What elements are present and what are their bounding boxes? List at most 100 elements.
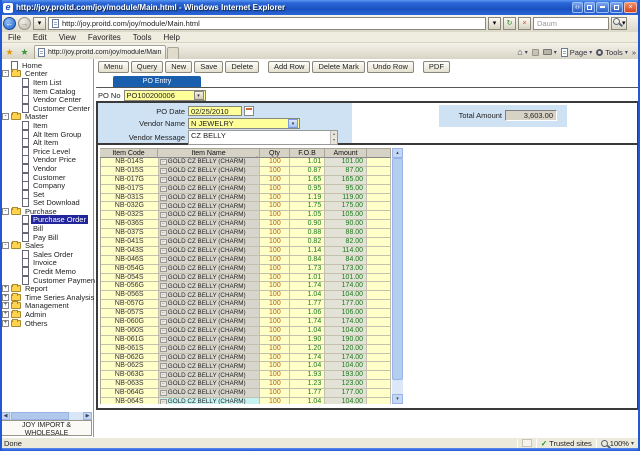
cell-fob[interactable]: 1.77 <box>290 300 326 310</box>
add-favorite-button[interactable]: ★ <box>17 45 32 59</box>
cell-fob[interactable]: 0.88 <box>290 229 326 239</box>
new-tab-stub[interactable] <box>167 47 179 59</box>
cell-item-name[interactable]: .. GOLD CZ BELLY (CHARM) <box>158 158 261 167</box>
cell-qty[interactable]: 100 <box>260 193 291 203</box>
sidebar-item-admin[interactable]: + Admin <box>0 310 93 319</box>
cell-item-code[interactable]: NB-062S <box>101 362 159 372</box>
sidebar-item-purchase[interactable]: - Purchase <box>0 206 93 216</box>
sidebar-hscrollbar[interactable]: ◀ ▶ <box>1 412 92 420</box>
sidebar-item-customer-payment[interactable]: Customer Payment <box>0 275 97 285</box>
cell-qty[interactable]: 100 <box>260 300 291 310</box>
cell-item-name[interactable]: .. GOLD CZ BELLY (CHARM) <box>158 202 261 212</box>
cell-fob[interactable]: 1.04 <box>290 398 326 404</box>
print-button[interactable]: ▾ <box>542 49 557 56</box>
cell-fob[interactable]: 1.75 <box>290 202 326 212</box>
cell-item-code[interactable]: NB-064S <box>101 398 159 404</box>
table-row[interactable]: NB-054G.. GOLD CZ BELLY (CHARM) 100 1.73 173… <box>101 264 391 274</box>
cell-qty[interactable]: 100 <box>260 389 291 399</box>
sidebar-item-credit-memo[interactable]: Credit Memo <box>0 267 93 277</box>
sidebar-item-report[interactable]: + Report <box>0 284 93 293</box>
delete-mark-button[interactable]: Delete Mark <box>312 61 365 73</box>
cell-item-code[interactable]: NB-060S <box>101 326 159 336</box>
expand-icon[interactable]: + <box>2 293 9 301</box>
cell-qty[interactable]: 100 <box>260 175 291 185</box>
cell-fob[interactable]: 1.04 <box>290 291 326 301</box>
sidebar-item-management[interactable]: + Management <box>0 301 93 310</box>
expand-icon[interactable]: + <box>2 319 9 327</box>
column-header-extra[interactable] <box>367 148 391 158</box>
column-header-item-name[interactable]: Item Name ▴ <box>158 148 260 158</box>
sidebar-item-home[interactable]: Home <box>0 60 93 70</box>
row-browse-button[interactable]: .. <box>159 158 167 165</box>
cell-item-code[interactable]: NB-032S <box>101 211 159 221</box>
grid-vscrollbar[interactable]: ▴ ▾ <box>392 148 403 404</box>
sidebar-item-set-download[interactable]: Set Download <box>0 198 93 208</box>
cell-item-name[interactable]: .. GOLD CZ BELLY (CHARM) <box>158 184 261 194</box>
sidebar-item-center[interactable]: - Center <box>0 69 93 78</box>
row-browse-button[interactable]: .. <box>159 274 167 281</box>
cell-fob[interactable]: 1.14 <box>290 246 326 256</box>
cell-qty[interactable]: 100 <box>260 318 291 327</box>
cell-fob[interactable]: 1.01 <box>290 273 326 283</box>
collapse-icon[interactable]: - <box>2 113 9 121</box>
cell-fob[interactable]: 1.74 <box>290 318 326 327</box>
textarea-spinner-icon[interactable]: ▴ ▾ <box>330 131 337 144</box>
add-row-button[interactable]: Add Row <box>268 61 311 73</box>
table-row[interactable]: NB-060S.. GOLD CZ BELLY (CHARM) 100 1.04 104… <box>101 326 391 336</box>
sidebar-item-alt-item-group[interactable]: Alt Item Group <box>0 129 93 139</box>
row-browse-button[interactable]: .. <box>159 203 167 210</box>
minimize-button[interactable] <box>596 2 609 13</box>
row-browse-button[interactable]: .. <box>159 327 167 334</box>
sidebar-item-sales[interactable]: - Sales <box>0 241 93 250</box>
sidebar-item-set[interactable]: Set <box>0 189 93 199</box>
row-browse-button[interactable]: .. <box>159 194 167 201</box>
sidebar-item-bill[interactable]: Bill <box>0 224 93 234</box>
cell-qty[interactable]: 100 <box>260 202 291 212</box>
cell-item-name[interactable]: .. GOLD CZ BELLY (CHARM) <box>158 335 261 345</box>
row-browse-button[interactable]: .. <box>159 167 167 174</box>
scroll-right-icon[interactable]: ▶ <box>83 412 92 420</box>
row-browse-button[interactable]: .. <box>159 256 167 263</box>
menu-edit[interactable]: Edit <box>27 33 53 42</box>
row-browse-button[interactable]: .. <box>159 310 167 317</box>
cell-item-name[interactable]: .. GOLD CZ BELLY (CHARM) <box>158 389 261 399</box>
sidebar-item-vendor-price[interactable]: Vendor Price <box>0 155 93 165</box>
menu-file[interactable]: File <box>2 33 27 42</box>
cell-item-code[interactable]: NB-043S <box>101 246 159 256</box>
cell-item-name[interactable]: .. GOLD CZ BELLY (CHARM) <box>158 398 261 404</box>
column-header-qty[interactable]: Qty <box>260 148 290 158</box>
page-menu-button[interactable]: Page ▾ <box>560 47 592 57</box>
cell-qty[interactable]: 100 <box>260 371 291 381</box>
cell-qty[interactable]: 100 <box>260 282 291 292</box>
cell-item-code[interactable]: NB-060G <box>101 318 159 327</box>
nav-dropdown-button[interactable]: ▾ <box>33 17 46 30</box>
column-header-amount[interactable]: Amount <box>325 148 367 158</box>
cell-fob[interactable]: 1.04 <box>290 326 326 336</box>
cell-item-name[interactable]: .. GOLD CZ BELLY (CHARM) <box>158 264 261 274</box>
table-row[interactable]: NB-054S.. GOLD CZ BELLY (CHARM) 100 1.01 101… <box>101 273 391 283</box>
cell-item-code[interactable]: NB-015S <box>101 166 159 176</box>
save-button[interactable]: Save <box>194 61 224 73</box>
forward-button[interactable]: → <box>18 17 31 30</box>
sidebar-item-item-catalog[interactable]: Item Catalog <box>0 86 93 96</box>
row-browse-button[interactable]: .. <box>159 176 167 183</box>
feeds-button[interactable] <box>531 48 539 56</box>
table-row[interactable]: NB-063G.. GOLD CZ BELLY (CHARM) 100 1.93 193… <box>101 371 391 381</box>
cell-item-code[interactable]: NB-014S <box>101 158 159 167</box>
row-browse-button[interactable]: .. <box>159 363 167 370</box>
cell-fob[interactable]: 1.20 <box>290 344 326 354</box>
scroll-left-icon[interactable]: ◀ <box>1 412 10 420</box>
cell-qty[interactable]: 100 <box>260 229 291 239</box>
cell-item-name[interactable]: .. GOLD CZ BELLY (CHARM) <box>158 220 261 230</box>
cell-item-code[interactable]: NB-046S <box>101 255 159 265</box>
cell-item-name[interactable]: .. GOLD CZ BELLY (CHARM) <box>158 318 261 327</box>
menu-help[interactable]: Help <box>157 33 185 42</box>
back-button[interactable]: ← <box>3 17 16 30</box>
sidebar-item-master[interactable]: - Master <box>0 112 93 121</box>
row-browse-button[interactable]: .. <box>159 372 167 379</box>
hscroll-thumb[interactable] <box>11 412 69 420</box>
cell-qty[interactable]: 100 <box>260 380 291 390</box>
row-browse-button[interactable]: .. <box>159 221 167 228</box>
row-browse-button[interactable]: .. <box>159 265 167 272</box>
cell-qty[interactable]: 100 <box>260 158 291 167</box>
